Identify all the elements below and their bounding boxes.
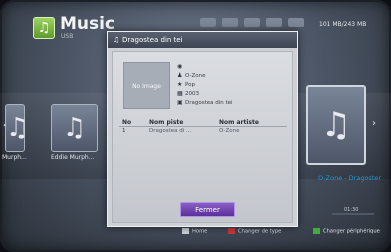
red-key-icon	[228, 228, 235, 234]
media-thumb-selected[interactable]: ♫	[306, 85, 366, 165]
dialog-title: Dragostea din tei	[122, 36, 183, 44]
meta-disc: ◉	[177, 62, 233, 71]
progress-bar	[332, 213, 374, 215]
album-art-placeholder: No Image	[123, 62, 170, 109]
dialog-body: No Image ◉ ♟ O-Zone ★ Pop ▦ 2003 ▣ Dragostea…	[112, 51, 293, 223]
album-icon: ▣	[177, 99, 183, 106]
table-header: No Nom piste Nom artiste	[119, 118, 287, 127]
meta-album: ▣ Dragostea din tei	[177, 99, 233, 106]
dialog-header: ♫ Dragostea din tei	[108, 32, 297, 48]
thumb-label-center: Eddie Murph...	[51, 154, 95, 161]
media-thumb-left[interactable]: ♫	[5, 104, 30, 152]
music-note-icon: ♫	[320, 105, 352, 145]
disc-icon: ◉	[177, 63, 183, 70]
tv-screen: ♫ Music USB 101 MB/243 MB ‹ ♫ Murph... ♫…	[0, 0, 391, 252]
meta-year: ▦ 2003	[177, 90, 199, 97]
meta-genre: ★ Pop	[177, 81, 195, 88]
source-label: USB	[61, 33, 74, 40]
media-thumb-center[interactable]: ♫	[51, 104, 98, 152]
person-icon: ♟	[177, 72, 183, 79]
calendar-icon: ▦	[177, 90, 183, 97]
music-note-icon: ♫	[62, 113, 87, 143]
star-icon: ★	[177, 81, 183, 88]
green-key-icon	[313, 228, 320, 234]
legend-home[interactable]: Home	[182, 228, 207, 235]
close-button[interactable]: Fermer	[180, 202, 235, 217]
cell-no: 1	[122, 128, 126, 134]
cell-artist: O-Zone	[219, 128, 240, 134]
scroll-right-icon[interactable]: ›	[372, 118, 376, 129]
cell-track: Dragostea di ...	[149, 128, 192, 134]
music-app-icon: ♫	[33, 17, 55, 39]
thumb-label-left: Murph...	[2, 154, 27, 161]
music-note-icon: ♫	[113, 36, 120, 44]
meta-artist: ♟ O-Zone	[177, 72, 206, 79]
now-selected-caption: O-Zone - Dragoster	[318, 174, 382, 182]
storage-indicator: 101 MB/243 MB	[319, 21, 367, 28]
track-metadata: ◉ ♟ O-Zone ★ Pop ▦ 2003 ▣ Dragostea din tei	[177, 62, 233, 107]
legend-change-device[interactable]: Changer périphérique	[313, 228, 380, 235]
col-header-track: Nom piste	[149, 119, 184, 126]
music-note-icon: ♫	[6, 113, 30, 143]
col-header-artist: Nom artiste	[219, 119, 259, 126]
col-header-no: No	[122, 119, 132, 126]
track-table: No Nom piste Nom artiste 1 Dragostea di …	[119, 118, 287, 136]
header-category-icons[interactable]	[200, 14, 310, 28]
track-info-dialog: ♫ Dragostea din tei No Image ◉ ♟ O-Zone ★…	[107, 31, 298, 227]
table-row[interactable]: 1 Dragostea di ... O-Zone	[119, 127, 287, 136]
legend-change-type[interactable]: Changer de type	[228, 228, 281, 235]
home-key-icon	[182, 228, 189, 234]
